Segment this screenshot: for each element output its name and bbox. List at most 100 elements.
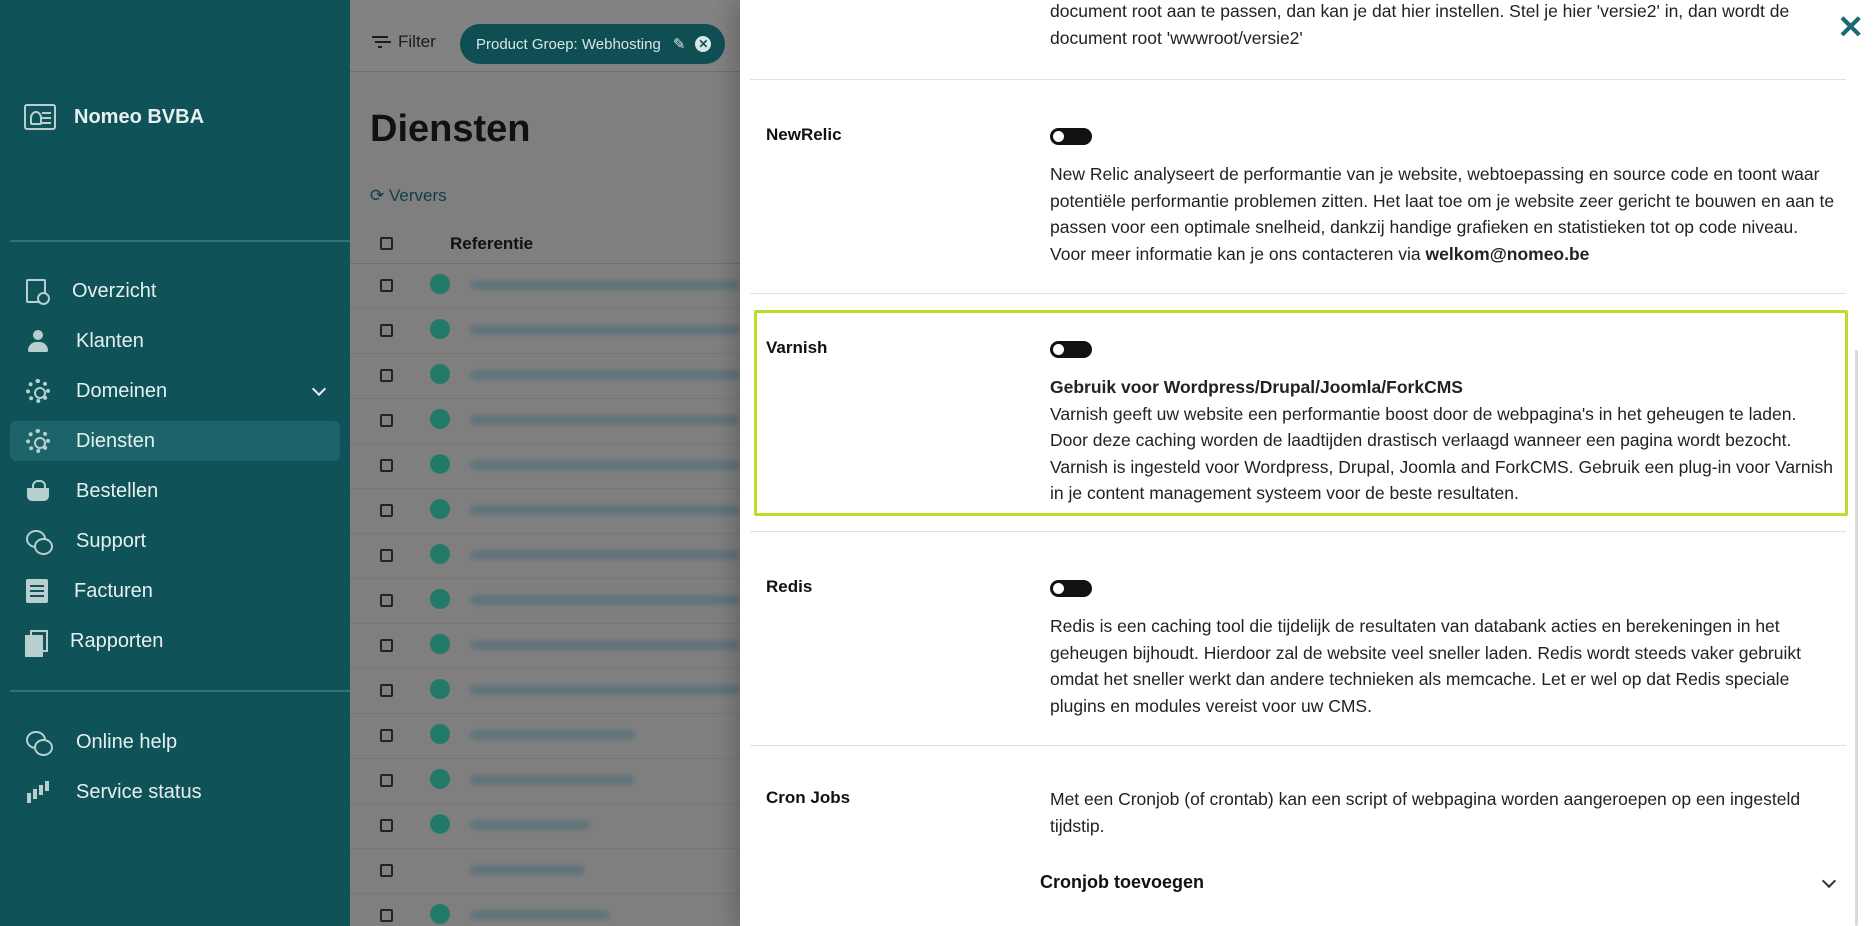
row-checkbox[interactable] <box>380 729 393 742</box>
row-reference-redacted[interactable] <box>470 460 740 470</box>
pencil-icon[interactable]: ✎ <box>673 35 686 53</box>
sidebar: Nomeo BVBA Overzicht Klanten Domeinen Di… <box>0 0 350 926</box>
service-settings-panel: ✕ document root aan te passen, dan kan j… <box>740 0 1876 926</box>
report-search-icon <box>26 279 50 305</box>
sidebar-divider <box>10 240 350 242</box>
filter-chip-label: Product Groep: Webhosting <box>476 35 661 53</box>
row-checkbox[interactable] <box>380 639 393 652</box>
status-icon <box>430 769 450 789</box>
status-icon <box>430 814 450 834</box>
sidebar-item-online-help[interactable]: Online help <box>10 722 340 762</box>
sidebar-item-facturen[interactable]: Facturen <box>10 571 340 611</box>
sidebar-item-label: Diensten <box>76 429 155 452</box>
status-icon <box>430 679 450 699</box>
filter-label: Filter <box>398 32 436 51</box>
newrelic-body: New Relic analyseert de performantie van… <box>1050 128 1835 267</box>
status-icon <box>430 544 450 564</box>
row-reference-redacted[interactable] <box>470 775 635 785</box>
newrelic-label: NewRelic <box>766 125 842 144</box>
row-checkbox[interactable] <box>380 864 393 877</box>
row-reference-redacted[interactable] <box>470 640 740 650</box>
row-checkbox[interactable] <box>380 819 393 832</box>
redis-body: Redis is een caching tool die tijdelijk … <box>1050 580 1835 719</box>
add-cronjob-toggle[interactable]: Cronjob toevoegen <box>1040 872 1204 893</box>
sidebar-item-diensten[interactable]: Diensten <box>10 421 340 461</box>
chat-icon <box>26 730 53 756</box>
redis-toggle[interactable] <box>1050 580 1092 597</box>
varnish-description: Varnish geeft uw website een performanti… <box>1050 403 1833 504</box>
row-checkbox[interactable] <box>380 459 393 472</box>
status-icon <box>430 454 450 474</box>
status-icon <box>430 634 450 654</box>
sidebar-item-bestellen[interactable]: Bestellen <box>10 471 340 511</box>
sidebar-item-overzicht[interactable]: Overzicht <box>10 271 340 311</box>
contact-email: welkom@nomeo.be <box>1425 243 1590 264</box>
row-checkbox[interactable] <box>380 324 393 337</box>
status-icon <box>430 274 450 294</box>
chat-icon <box>26 529 53 555</box>
chevron-down-icon[interactable] <box>311 381 327 397</box>
panel-scrollbar[interactable] <box>1855 350 1858 926</box>
sidebar-item-rapporten[interactable]: Rapporten <box>10 621 340 661</box>
row-reference-redacted[interactable] <box>470 370 740 380</box>
status-icon <box>430 724 450 744</box>
refresh-label: Ververs <box>388 186 447 205</box>
row-reference-redacted[interactable] <box>470 325 740 335</box>
row-reference-redacted[interactable] <box>470 820 590 830</box>
status-icon <box>430 409 450 429</box>
users-icon <box>26 329 50 353</box>
sidebar-footer-nav: Online help Service status <box>10 722 340 822</box>
filter-chip[interactable]: Product Groep: Webhosting ✎ ✕ <box>460 24 726 64</box>
select-all-checkbox[interactable] <box>380 237 393 250</box>
row-checkbox[interactable] <box>380 684 393 697</box>
cron-description: Met een Cronjob (of crontab) kan een scr… <box>1050 789 1801 836</box>
row-checkbox[interactable] <box>380 414 393 427</box>
row-reference-redacted[interactable] <box>470 280 740 290</box>
row-reference-redacted[interactable] <box>470 550 740 560</box>
sidebar-item-support[interactable]: Support <box>10 521 340 561</box>
row-reference-redacted[interactable] <box>470 415 740 425</box>
company-switcher[interactable]: Nomeo BVBA <box>24 104 204 130</box>
cron-section: Cron Jobs Met een Cronjob (of crontab) k… <box>750 746 1846 926</box>
sidebar-nav: Overzicht Klanten Domeinen Diensten Best… <box>10 271 340 671</box>
redis-label: Redis <box>766 577 813 596</box>
sidebar-item-domeinen[interactable]: Domeinen <box>10 371 340 411</box>
sidebar-item-label: Service status <box>76 780 202 803</box>
company-name: Nomeo BVBA <box>74 105 205 128</box>
sidebar-item-label: Rapporten <box>70 629 164 652</box>
row-reference-redacted[interactable] <box>470 505 740 515</box>
contact-card-icon <box>24 104 56 130</box>
row-reference-redacted[interactable] <box>470 685 740 695</box>
sidebar-item-label: Domeinen <box>76 379 168 402</box>
row-reference-redacted[interactable] <box>470 730 635 740</box>
refresh-button[interactable]: ⟳ Ververs <box>370 186 447 206</box>
gear-icon <box>26 429 50 453</box>
row-reference-redacted[interactable] <box>470 910 610 920</box>
row-checkbox[interactable] <box>380 774 393 787</box>
status-icon <box>430 319 450 339</box>
sidebar-item-label: Bestellen <box>76 479 159 502</box>
varnish-toggle[interactable] <box>1050 341 1092 358</box>
sidebar-item-label: Online help <box>76 730 178 753</box>
row-checkbox[interactable] <box>380 279 393 292</box>
filter-button[interactable]: Filter <box>372 32 436 52</box>
column-header-reference[interactable]: Referentie <box>450 234 533 254</box>
row-checkbox[interactable] <box>380 549 393 562</box>
docroot-description: document root aan te passen, dan kan je … <box>1050 1 1790 48</box>
basket-icon <box>26 479 50 503</box>
sidebar-item-service-status[interactable]: Service status <box>10 772 340 812</box>
remove-filter-icon[interactable]: ✕ <box>695 36 712 52</box>
sidebar-item-klanten[interactable]: Klanten <box>10 321 340 361</box>
report-icon <box>25 630 48 657</box>
row-reference-redacted[interactable] <box>470 595 740 605</box>
cron-label: Cron Jobs <box>766 788 851 807</box>
row-checkbox[interactable] <box>380 594 393 607</box>
row-checkbox[interactable] <box>380 504 393 517</box>
newrelic-toggle[interactable] <box>1050 128 1092 145</box>
sidebar-item-label: Support <box>76 529 147 552</box>
row-reference-redacted[interactable] <box>470 865 585 875</box>
redis-section: Redis Redis is een caching tool die tijd… <box>750 532 1846 746</box>
row-checkbox[interactable] <box>380 369 393 382</box>
row-checkbox[interactable] <box>380 909 393 922</box>
status-icon <box>430 364 450 384</box>
